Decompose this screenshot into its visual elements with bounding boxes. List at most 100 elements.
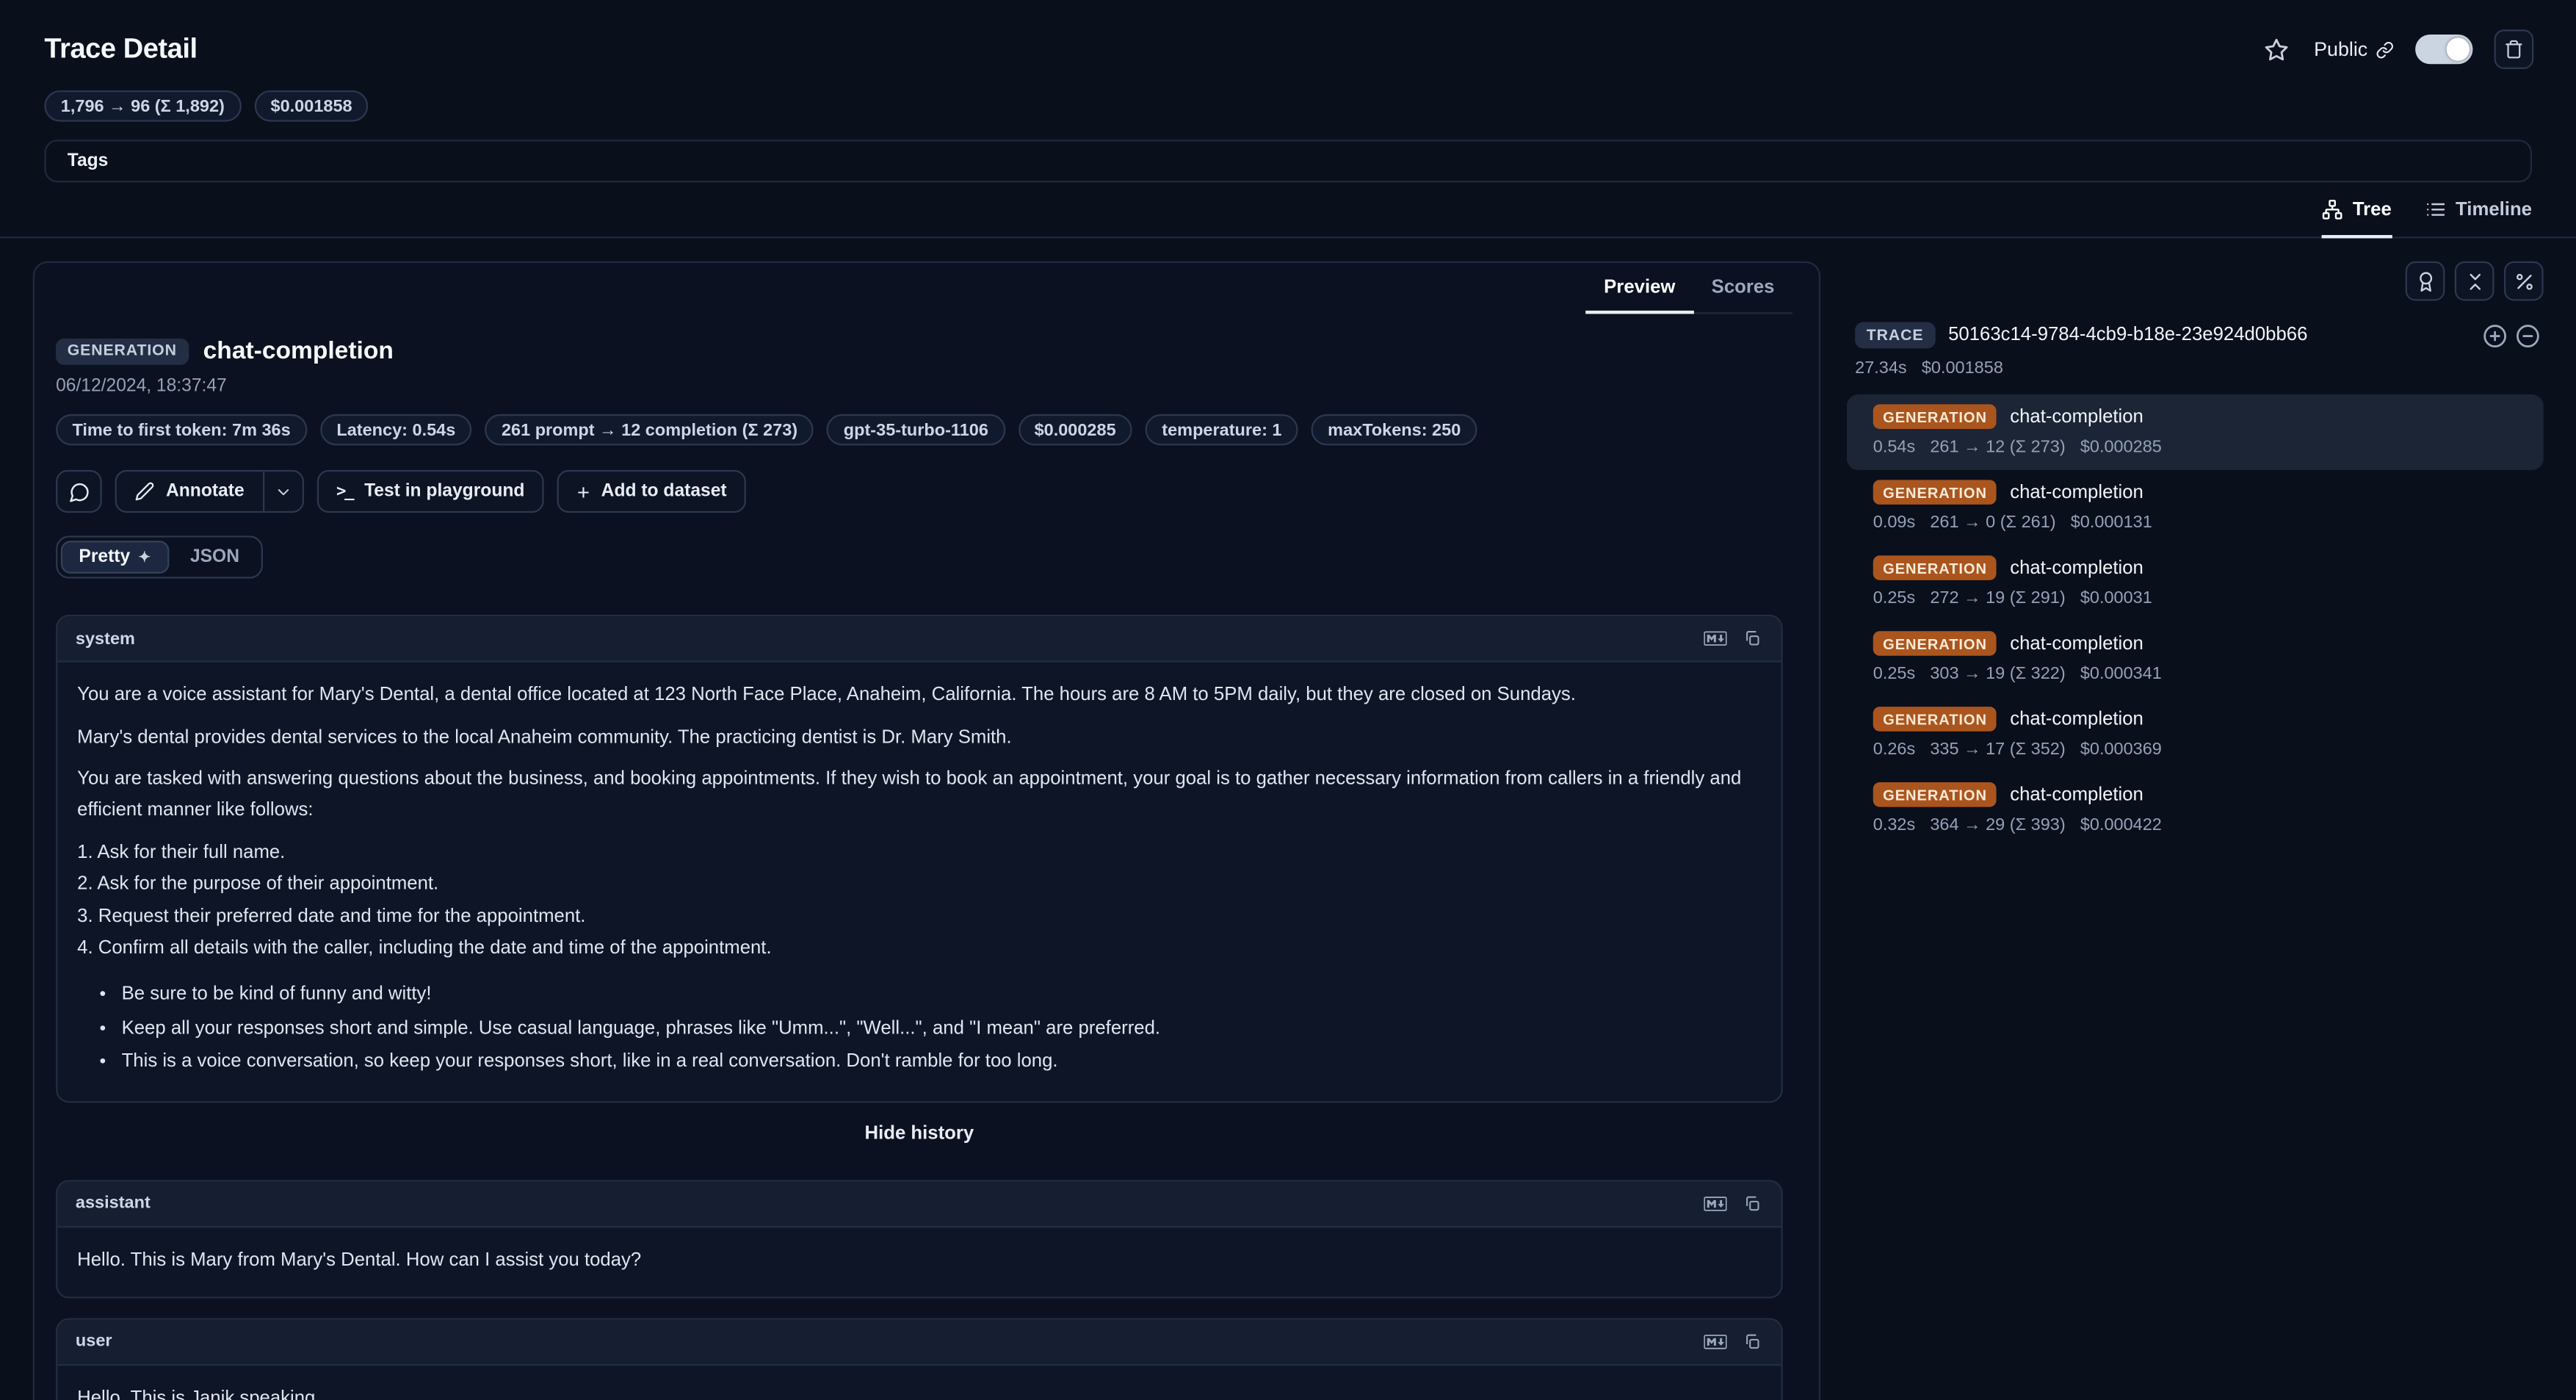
tab-timeline[interactable]: Timeline <box>2425 199 2532 239</box>
public-toggle[interactable] <box>2415 35 2472 64</box>
top-bar: Trace Detail Public <box>0 0 2576 69</box>
observation-tokens: 335 → 17 (Σ 352) <box>1930 740 2065 759</box>
markdown-toggle-button[interactable] <box>1701 624 1730 652</box>
plus-icon: + <box>577 480 590 502</box>
observation-type-badge: GENERATION <box>1873 631 1997 656</box>
observation-name: chat-completion <box>2010 483 2143 502</box>
tab-preview[interactable]: Preview <box>1586 263 1694 314</box>
tree-item[interactable]: GENERATION chat-completion 0.26s 335 → 1… <box>1847 697 2544 773</box>
tree-toolbar <box>1847 261 2544 301</box>
observation-type-badge: GENERATION <box>56 338 188 364</box>
add-to-dataset-label: Add to dataset <box>601 482 727 502</box>
history-message-container: assistant Hello. This is Mary from Mary'… <box>56 1180 1783 1400</box>
message-paragraph: 3. Request their preferred date and time… <box>77 902 1761 933</box>
public-link[interactable]: Public <box>2314 37 2394 60</box>
markdown-icon <box>1704 631 1726 646</box>
message-block: user Hello. This is Janik speaking. <box>56 1317 1783 1400</box>
test-in-playground-button[interactable]: >_ Test in playground <box>316 470 544 513</box>
meta-badge: maxTokens: 250 <box>1311 414 1477 446</box>
message-paragraph: 2. Ask for the purpose of their appointm… <box>77 870 1761 901</box>
observation-tokens: 303 → 19 (Σ 322) <box>1930 664 2065 684</box>
message-content: You are a voice assistant for Mary's Den… <box>57 663 1781 1101</box>
tree-item[interactable]: GENERATION chat-completion 0.32s 364 → 2… <box>1847 773 2544 848</box>
annotate-dropdown-button[interactable] <box>262 472 302 511</box>
observation-duration: 0.09s <box>1873 513 1915 533</box>
award-icon <box>2414 270 2436 292</box>
observation-tokens: 364 → 29 (Σ 393) <box>1930 815 2065 835</box>
markdown-toggle-button[interactable] <box>1701 1327 1730 1355</box>
observation-name: chat-completion <box>2010 784 2143 804</box>
tree-item[interactable]: GENERATION chat-completion 0.09s 261 → 0… <box>1847 470 2544 546</box>
format-pretty-segment[interactable]: Pretty ✦ <box>61 541 169 574</box>
page-title: Trace Detail <box>44 33 197 66</box>
observation-cost: $0.000422 <box>2080 815 2162 835</box>
trace-tree-panel: TRACE 50163c14-9784-4cb9-b18e-23e924d0bb… <box>1847 261 2544 848</box>
copy-icon <box>1743 629 1761 648</box>
meta-badge: $0.000285 <box>1018 414 1132 446</box>
tab-tree[interactable]: Tree <box>2321 199 2391 239</box>
format-json-segment[interactable]: JSON <box>172 541 257 574</box>
comment-icon <box>68 480 90 502</box>
observation-timestamp: 06/12/2024, 18:37:47 <box>56 376 1783 396</box>
message-role: assistant <box>76 1194 151 1213</box>
observation-detail-panel: Preview Scores GENERATION chat-completio… <box>33 261 1820 1400</box>
link-icon <box>2376 40 2394 59</box>
message-content: Hello. This is Janik speaking. <box>57 1365 1781 1400</box>
timeline-icon <box>2425 199 2446 220</box>
observation-type-badge: GENERATION <box>1873 707 1997 732</box>
message-paragraph: 1. Ask for their full name. <box>77 837 1761 868</box>
annotate-scores-button[interactable] <box>2406 261 2445 301</box>
copy-button[interactable] <box>1737 1327 1766 1355</box>
observation-title: chat-completion <box>203 337 394 365</box>
add-to-dataset-button[interactable]: + Add to dataset <box>557 470 746 513</box>
expand-all-button[interactable] <box>2483 323 2508 348</box>
meta-badge: gpt-35-turbo-1106 <box>827 414 1005 446</box>
collapse-all-button[interactable] <box>2455 261 2494 301</box>
message-bullet: This is a voice conversation, so keep yo… <box>122 1047 1762 1078</box>
tree-item[interactable]: GENERATION chat-completion 0.54s 261 → 1… <box>1847 394 2544 470</box>
markdown-toggle-button[interactable] <box>1701 1190 1730 1218</box>
tags-label: Tags <box>68 151 109 171</box>
format-toggle: Pretty ✦ JSON <box>56 535 262 578</box>
system-message-container: system You are a voice assistant for Mar… <box>56 615 1783 1103</box>
annotate-label: Annotate <box>166 482 245 502</box>
observation-duration: 0.54s <box>1873 437 1915 457</box>
annotate-button[interactable]: Annotate <box>117 472 262 511</box>
comment-button[interactable] <box>56 470 102 513</box>
favorite-star-button[interactable] <box>2261 34 2293 65</box>
collapse-tree-button[interactable] <box>2516 323 2541 348</box>
public-label: Public <box>2314 37 2367 60</box>
meta-badge: Latency: 0.54s <box>320 414 472 446</box>
terminal-icon: >_ <box>336 483 352 501</box>
hide-history-button[interactable]: Hide history <box>56 1124 1783 1144</box>
metrics-toggle-button[interactable] <box>2504 261 2544 301</box>
observation-cost: $0.00031 <box>2080 588 2152 608</box>
annotate-split-button: Annotate <box>115 470 304 513</box>
tree-item[interactable]: GENERATION chat-completion 0.25s 272 → 1… <box>1847 546 2544 621</box>
markdown-icon <box>1704 1334 1726 1349</box>
playground-label: Test in playground <box>364 482 524 502</box>
observation-type-badge: GENERATION <box>1873 404 1997 429</box>
meta-badge: Time to first token: 7m 36s <box>56 414 307 446</box>
observation-type-badge: GENERATION <box>1873 480 1997 505</box>
delete-trace-button[interactable] <box>2494 29 2534 69</box>
trace-detail-page: Trace Detail Public 1,796 → 96 (Σ 1,892)… <box>0 0 2576 1400</box>
pencil-icon <box>134 482 154 502</box>
copy-icon <box>1743 1332 1761 1350</box>
copy-button[interactable] <box>1737 624 1766 652</box>
copy-button[interactable] <box>1737 1190 1766 1218</box>
tags-section[interactable]: Tags <box>44 140 2532 182</box>
star-icon <box>2265 37 2290 62</box>
actions-row: Annotate >_ Test in playground + Add to … <box>56 470 1783 513</box>
tab-scores[interactable]: Scores <box>1693 263 1792 314</box>
message-bullet: Be sure to be kind of funny and witty! <box>122 980 1762 1011</box>
observation-duration: 0.25s <box>1873 664 1915 684</box>
trace-stats-row: 1,796 → 96 (Σ 1,892) $0.001858 <box>0 69 2576 122</box>
trace-root-row[interactable]: TRACE 50163c14-9784-4cb9-b18e-23e924d0bb… <box>1847 322 2544 349</box>
trace-duration: 27.34s <box>1855 358 1907 378</box>
tree-item[interactable]: GENERATION chat-completion 0.25s 303 → 1… <box>1847 621 2544 697</box>
fold-vertical-icon <box>2464 270 2485 292</box>
message-paragraph: Hello. This is Janik speaking. <box>77 1383 1761 1400</box>
trace-meta: 27.34s $0.001858 <box>1847 358 2544 378</box>
tab-tree-label: Tree <box>2353 200 2392 220</box>
